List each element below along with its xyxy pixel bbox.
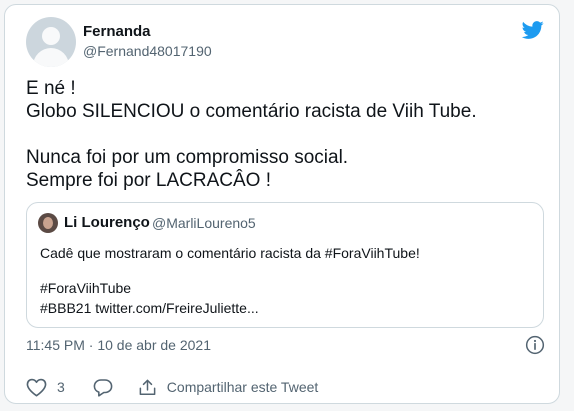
avatar-placeholder-body (33, 48, 69, 67)
tweet-timestamp[interactable]: 11:45 PM · 10 de abr de 2021 (26, 337, 211, 353)
twitter-bird-icon[interactable] (521, 19, 545, 41)
avatar-placeholder-head (42, 27, 60, 45)
quoted-hashtag-line[interactable]: #ForaViihTube (40, 278, 420, 298)
reply-bubble-icon (93, 378, 113, 397)
tweet-text-line: Sempre foi por LACRACÂO ! (26, 170, 271, 191)
heart-icon (26, 378, 47, 397)
tweet-card: Fernanda @Fernand48017190 E né ! Globo S… (4, 4, 560, 404)
tweet-actions: 3 Compartilhar este Tweet (26, 376, 318, 398)
tweet-text-line: Globo SILENCIOU o comentário racista de … (26, 101, 477, 122)
share-icon (139, 379, 156, 395)
quoted-hashtag-link-line[interactable]: #BBB21 twitter.com/FreireJuliette... (40, 298, 420, 318)
author-handle[interactable]: @Fernand48017190 (83, 43, 212, 59)
reply-button[interactable] (93, 378, 113, 397)
quoted-tweet[interactable]: Li Lourenço @MarliLoureno5 Cadê que most… (26, 202, 544, 328)
author-avatar[interactable] (26, 17, 76, 67)
quoted-author-handle[interactable]: @MarliLoureno5 (152, 215, 256, 231)
quoted-avatar-face (43, 217, 53, 229)
like-button[interactable]: 3 (26, 378, 65, 397)
quoted-tweet-text: Cadê que mostraram o comentário racista … (40, 243, 420, 318)
share-label: Compartilhar este Tweet (166, 379, 319, 395)
quoted-text-line: Cadê que mostraram o comentário racista … (40, 245, 420, 261)
tweet-text-line: E né ! (26, 78, 76, 99)
quoted-author-name[interactable]: Li Lourenço (64, 214, 150, 231)
quoted-author-avatar[interactable] (38, 213, 58, 233)
quoted-text-blank-line (40, 263, 420, 278)
like-count: 3 (57, 379, 65, 395)
tweet-text: E né ! Globo SILENCIOU o comentário raci… (26, 77, 546, 192)
info-icon[interactable] (525, 335, 545, 355)
author-name[interactable]: Fernanda (83, 23, 151, 40)
tweet-text-line: Nunca foi por um compromisso social. (26, 147, 349, 168)
share-button[interactable]: Compartilhar este Tweet (138, 378, 318, 397)
